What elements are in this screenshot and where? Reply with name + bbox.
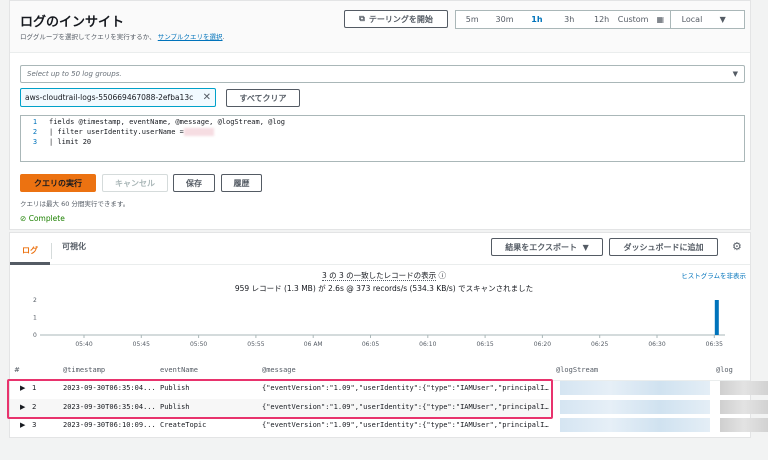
line-number: 1: [32, 118, 38, 126]
external-link-icon: ⧉: [359, 14, 365, 23]
highlight-box: [7, 379, 553, 419]
start-tailing-button[interactable]: ⧉ テーリングを開始: [344, 10, 448, 28]
redacted-logstream: [560, 418, 710, 432]
row-timestamp: 2023-09-30T06:10:09...: [63, 421, 156, 429]
summary-text: 3 の 3 の一致したレコードの表示: [321, 271, 437, 281]
col-header-logstream[interactable]: @logStream: [556, 366, 598, 374]
caret-down-icon: ▼: [732, 70, 738, 78]
redacted-log: [720, 381, 768, 395]
y-tick-label: 2: [33, 297, 37, 304]
time-12h[interactable]: 12h: [585, 11, 617, 28]
col-header-index: #: [14, 366, 20, 374]
x-tick-label: 06:10: [419, 341, 436, 348]
records-summary: 3 の 3 の一致したレコードの表示 ⓘ: [0, 270, 768, 281]
log-group-name: aws-cloudtrail-logs-550669467088-2efba13…: [25, 93, 194, 102]
query-editor[interactable]: 1 fields @timestamp, eventName, @message,…: [20, 115, 745, 162]
x-tick-label: 06:05: [362, 341, 379, 348]
col-header-message[interactable]: @message: [262, 366, 296, 374]
line-number: 3: [32, 138, 38, 146]
y-tick-label: 0: [33, 332, 37, 339]
query-time-note: クエリは最大 60 分間実行できます。: [20, 200, 130, 208]
x-tick-label: 05:50: [190, 341, 207, 348]
check-circle-icon: ⊘: [20, 214, 27, 223]
history-button[interactable]: 履歴: [221, 174, 262, 192]
histogram: 2 1 0 05:40 05:45 05:50 05:55 06 AM 06:05 06:10 06…: [33, 297, 725, 348]
caret-down-icon: ▼: [582, 242, 589, 252]
row-message: {"eventVersion":"1.09","userIdentity":{"…: [262, 421, 549, 429]
x-tick-label: 05:40: [75, 341, 92, 348]
log-group-select[interactable]: Select up to 50 log groups. ▼: [20, 65, 745, 83]
y-tick-label: 1: [33, 315, 37, 322]
x-tick-label: 06:15: [476, 341, 493, 348]
tab-logs[interactable]: ログ: [10, 238, 50, 265]
col-header-log[interactable]: @log: [716, 366, 733, 374]
tab-separator: [51, 243, 52, 259]
tabs-divider: [10, 264, 750, 265]
time-30m[interactable]: 30m: [488, 11, 520, 28]
time-1h[interactable]: 1h: [521, 11, 553, 28]
export-results-button[interactable]: 結果をエクスポート ▼: [491, 238, 603, 256]
query-line: fields @timestamp, eventName, @message, …: [49, 118, 286, 126]
query-line: | limit 20: [49, 138, 92, 146]
page-subtitle: ロググループを選択してクエリを実行するか、 サンプルクエリを選択.: [20, 31, 225, 41]
hide-histogram-link[interactable]: ヒストグラムを非表示: [681, 270, 746, 280]
time-5m[interactable]: 5m: [456, 11, 488, 28]
redacted-log: [720, 399, 768, 414]
clear-all-button[interactable]: すべてクリア: [226, 89, 300, 107]
x-tick-label: 06 AM: [304, 341, 323, 348]
redacted-logstream: [560, 399, 710, 414]
redacted-value: [183, 128, 214, 136]
sample-query-link[interactable]: サンプルクエリを選択: [158, 33, 223, 41]
x-tick-label: 05:45: [133, 341, 150, 348]
export-label: 結果をエクスポート: [505, 242, 578, 252]
cancel-button[interactable]: キャンセル: [102, 174, 168, 192]
log-group-placeholder: Select up to 50 log groups.: [27, 70, 122, 78]
x-tick-label: 06:35: [706, 341, 723, 348]
run-query-button[interactable]: クエリの実行: [20, 174, 96, 192]
col-header-timestamp[interactable]: @timestamp: [63, 366, 105, 374]
x-tick-label: 06:30: [648, 341, 665, 348]
subtitle-text: ロググループを選択してクエリを実行するか、: [20, 33, 156, 41]
time-3h[interactable]: 3h: [553, 11, 585, 28]
redacted-log: [720, 418, 768, 432]
line-number: 2: [32, 128, 38, 136]
row-eventname: CreateTopic: [160, 421, 207, 429]
save-button[interactable]: 保存: [173, 174, 215, 192]
tab-visualization[interactable]: 可視化: [62, 241, 86, 252]
tail-label: テーリングを開始: [368, 14, 433, 24]
log-group-token: aws-cloudtrail-logs-550669467088-2efba13…: [20, 88, 216, 107]
status: ⊘ Complete: [20, 214, 65, 223]
time-custom[interactable]: Custom ▦: [618, 11, 671, 28]
expand-row-icon[interactable]: ▶: [20, 421, 25, 429]
close-icon[interactable]: ✕: [203, 92, 211, 103]
status-text: Complete: [28, 214, 65, 223]
timezone-select[interactable]: Local ▼: [671, 11, 744, 28]
timezone-value: Local: [681, 15, 703, 24]
col-header-eventname[interactable]: eventName: [160, 366, 198, 374]
x-tick-label: 06:25: [591, 341, 608, 348]
subtitle-end: .: [222, 33, 225, 41]
redacted-logstream: [560, 381, 710, 395]
row-index: 3: [32, 421, 37, 429]
time-range-selector: 5m 30m 1h 3h 12h Custom ▦ Local ▼: [455, 10, 745, 29]
custom-label: Custom: [617, 15, 649, 24]
add-to-dashboard-button[interactable]: ダッシュボードに追加: [609, 238, 718, 256]
page-title: ログのインサイト: [20, 15, 125, 30]
x-tick-label: 05:55: [247, 341, 264, 348]
x-tick-label: 06:20: [534, 341, 551, 348]
settings-gear-icon[interactable]: ⚙: [732, 240, 742, 253]
histogram-bar: [714, 300, 719, 335]
calendar-icon: ▦: [656, 15, 665, 24]
info-icon[interactable]: ⓘ: [439, 271, 447, 280]
caret-down-icon: ▼: [719, 15, 726, 24]
query-line: | filter userIdentity.userName =: [49, 128, 184, 136]
